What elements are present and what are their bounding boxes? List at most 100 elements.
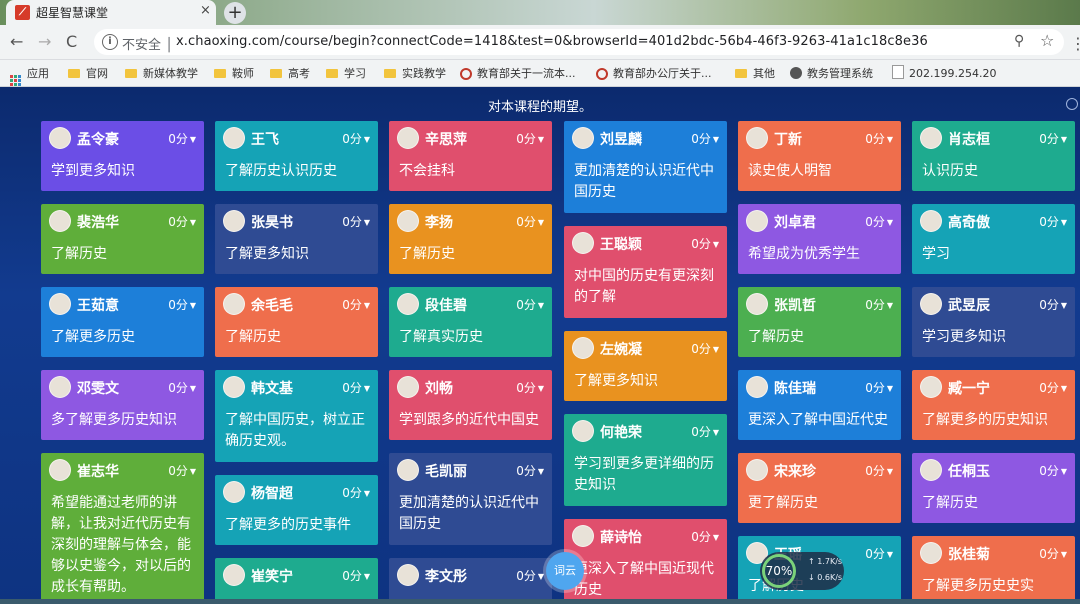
score-dropdown[interactable]: 0分 ▼ (1039, 213, 1067, 230)
score-dropdown[interactable]: 0分 ▼ (865, 130, 893, 147)
bookmark-folder[interactable]: 学习 (326, 65, 366, 81)
score-dropdown[interactable]: 0分 ▼ (691, 528, 719, 545)
score-dropdown[interactable]: 0分 ▼ (1039, 296, 1067, 313)
answer-card[interactable]: 张凯哲 0分 ▼ 了解历史 (738, 287, 901, 357)
score-dropdown[interactable]: 0分 ▼ (168, 130, 196, 147)
tab-close-icon[interactable]: × (200, 3, 211, 18)
score-dropdown[interactable]: 0分 ▼ (865, 379, 893, 396)
answer-card[interactable]: 臧一宁 0分 ▼ 了解更多的历史知识 (912, 370, 1075, 440)
score-dropdown[interactable]: 0分 ▼ (342, 484, 370, 501)
score-dropdown[interactable]: 0分 ▼ (342, 296, 370, 313)
score-dropdown[interactable]: 0分 ▼ (516, 462, 544, 479)
bookmark-link[interactable]: 202.199.254.20 (892, 65, 996, 80)
answer-text: 了解更多的历史事件 (225, 517, 351, 533)
score-dropdown[interactable]: 0分 ▼ (865, 545, 893, 562)
score-dropdown[interactable]: 0分 ▼ (516, 130, 544, 147)
reload-icon[interactable]: C (66, 32, 77, 51)
answer-card[interactable]: 王聪颖 0分 ▼ 对中国的历史有更深刻的了解 (564, 226, 727, 318)
score-dropdown[interactable]: 0分 ▼ (691, 340, 719, 357)
answer-card[interactable]: 高奇傲 0分 ▼ 学习 (912, 204, 1075, 274)
browser-menu-icon[interactable]: ⋮ (1070, 34, 1080, 53)
answer-card[interactable]: 杨智超 0分 ▼ 了解更多的历史事件 (215, 475, 378, 545)
bookmark-folder[interactable]: 实践教学 (384, 65, 446, 81)
score-dropdown[interactable]: 0分 ▼ (1039, 379, 1067, 396)
bookmark-link[interactable]: 教育部关于一流本... (460, 65, 576, 81)
score-dropdown[interactable]: 0分 ▼ (342, 130, 370, 147)
answer-card[interactable]: 刘昱麟 0分 ▼ 更加清楚的认识近代中国历史 (564, 121, 727, 213)
browser-tab[interactable]: ⟋ 超星智慧课堂 × (6, 0, 216, 25)
answer-card[interactable]: 刘畅 0分 ▼ 学到跟多的近代中国史 (389, 370, 552, 440)
answer-card[interactable]: 孟令豪 0分 ▼ 学到更多知识 (41, 121, 204, 191)
answer-card[interactable]: 王飞 0分 ▼ 了解历史认识历史 (215, 121, 378, 191)
score-dropdown[interactable]: 0分 ▼ (691, 423, 719, 440)
caret-down-icon: ▼ (363, 572, 370, 581)
answer-card[interactable]: 韩文基 0分 ▼ 了解中国历史，树立正确历史观。 (215, 370, 378, 462)
score-dropdown[interactable]: 0分 ▼ (168, 379, 196, 396)
answer-card[interactable]: 毛凯丽 0分 ▼ 更加清楚的认识近代中国历史 (389, 453, 552, 545)
answer-card[interactable]: 任桐玉 0分 ▼ 了解历史 (912, 453, 1075, 523)
answer-card[interactable]: 丁新 0分 ▼ 读史使人明智 (738, 121, 901, 191)
word-cloud-button[interactable]: 词云 (546, 552, 584, 590)
score-dropdown[interactable]: 0分 ▼ (1039, 130, 1067, 147)
score-dropdown[interactable]: 0分 ▼ (168, 296, 196, 313)
student-name: 肖志桓 (948, 132, 990, 148)
answer-card[interactable]: 余毛毛 0分 ▼ 了解历史 (215, 287, 378, 357)
score-dropdown[interactable]: 0分 ▼ (691, 130, 719, 147)
answer-card[interactable]: 何艳荣 0分 ▼ 学习到更多更详细的历史知识 (564, 414, 727, 506)
answer-card[interactable]: 崔笑宁 0分 ▼ (215, 558, 378, 604)
score-dropdown[interactable]: 0分 ▼ (865, 462, 893, 479)
score-dropdown[interactable]: 0分 ▼ (342, 213, 370, 230)
score-dropdown[interactable]: 0分 ▼ (516, 213, 544, 230)
bookmark-folder[interactable]: 新媒体教学 (125, 65, 198, 81)
score-dropdown[interactable]: 0分 ▼ (865, 296, 893, 313)
answer-card[interactable]: 陈佳瑞 0分 ▼ 更深入了解中国近代史 (738, 370, 901, 440)
answer-card[interactable]: 肖志桓 0分 ▼ 认识历史 (912, 121, 1075, 191)
score-dropdown[interactable]: 0分 ▼ (1039, 462, 1067, 479)
bookmark-apps[interactable]: 应用 (10, 65, 49, 86)
score-dropdown[interactable]: 0分 ▼ (1039, 545, 1067, 562)
answer-card[interactable]: 薛诗怡 0分 ▼ 更深入了解中国近现代历史 (564, 519, 727, 604)
bookmark-star-icon[interactable]: ☆ (1040, 31, 1054, 50)
answer-card[interactable]: 邓雯文 0分 ▼ 多了解更多历史知识 (41, 370, 204, 440)
url-text[interactable]: x.chaoxing.com/course/begin?connectCode=… (176, 34, 928, 49)
answer-card[interactable]: 武昱辰 0分 ▼ 学习更多知识 (912, 287, 1075, 357)
answer-card[interactable]: 张昊书 0分 ▼ 了解更多知识 (215, 204, 378, 274)
bookmark-folder[interactable]: 其他 (735, 65, 775, 81)
clock-icon[interactable] (1066, 98, 1078, 110)
bookmark-link[interactable]: 教育部办公厅关于... (596, 65, 712, 81)
answer-card[interactable]: 王茹意 0分 ▼ 了解更多历史 (41, 287, 204, 357)
answer-card[interactable]: 李扬 0分 ▼ 了解历史 (389, 204, 552, 274)
answer-card[interactable]: 宋来珍 0分 ▼ 更了解历史 (738, 453, 901, 523)
answer-card[interactable]: 辛思萍 0分 ▼ 不会挂科 (389, 121, 552, 191)
answer-text: 更深入了解中国近代史 (748, 412, 888, 428)
score-dropdown[interactable]: 0分 ▼ (342, 567, 370, 584)
bookmark-folder[interactable]: 鞍师 (214, 65, 254, 81)
security-label[interactable]: 不安全 │ (122, 34, 173, 53)
score-dropdown[interactable]: 0分 ▼ (168, 213, 196, 230)
back-arrow-icon[interactable]: ← (10, 32, 23, 51)
zoom-icon[interactable]: ⚲ (1014, 33, 1024, 49)
new-tab-button[interactable]: + (224, 2, 246, 24)
answer-card[interactable]: 段佳碧 0分 ▼ 了解真实历史 (389, 287, 552, 357)
answer-card[interactable]: 张桂菊 0分 ▼ 了解更多历史史实 (912, 536, 1075, 604)
score-dropdown[interactable]: 0分 ▼ (168, 462, 196, 479)
score-dropdown[interactable]: 0分 ▼ (865, 213, 893, 230)
answer-card[interactable]: 崔志华 0分 ▼ 希望能通过老师的讲解，让我对近代历史有深刻的理解与体会，能够以史… (41, 453, 204, 604)
score-dropdown[interactable]: 0分 ▼ (691, 235, 719, 252)
answer-card[interactable]: 李文彤 0分 ▼ (389, 558, 552, 604)
answer-card[interactable]: 刘卓君 0分 ▼ 希望成为优秀学生 (738, 204, 901, 274)
info-icon[interactable]: i (102, 34, 118, 50)
upload-speed: ↑ 1.7K/s (808, 557, 843, 566)
score-dropdown[interactable]: 0分 ▼ (516, 567, 544, 584)
score-dropdown[interactable]: 0分 ▼ (342, 379, 370, 396)
bookmark-folder[interactable]: 高考 (270, 65, 310, 81)
answer-card[interactable]: 左婉凝 0分 ▼ 了解更多知识 (564, 331, 727, 401)
answer-card[interactable]: 裴浩华 0分 ▼ 了解历史 (41, 204, 204, 274)
omnibox[interactable]: i 不安全 │ x.chaoxing.com/course/begin?conn… (94, 29, 1064, 55)
topic-title: 对本课程的期望。 (487, 100, 592, 115)
score-dropdown[interactable]: 0分 ▼ (516, 379, 544, 396)
bookmark-folder[interactable]: 官网 (68, 65, 108, 81)
bookmark-link[interactable]: 教务管理系统 (790, 65, 873, 81)
score-dropdown[interactable]: 0分 ▼ (516, 296, 544, 313)
forward-arrow-icon[interactable]: → (38, 32, 51, 51)
